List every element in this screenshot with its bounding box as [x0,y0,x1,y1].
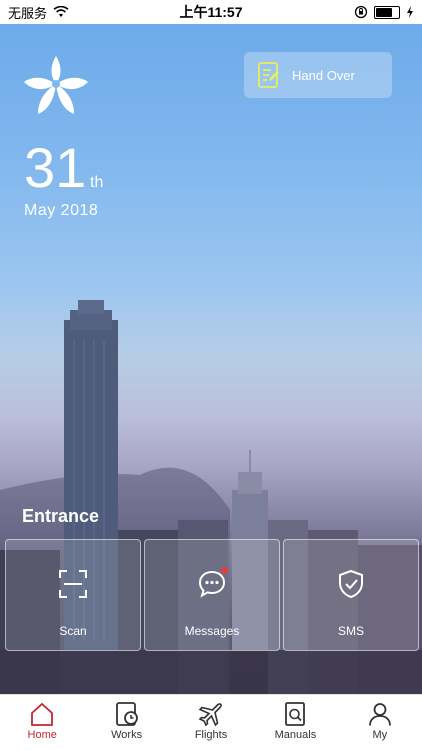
date-month-year: May 2018 [24,202,99,219]
scan-label: Scan [59,624,87,638]
messages-tile[interactable]: Messages [144,539,280,651]
hand-over-label: Hand Over [292,67,355,83]
date-day-suffix: th [90,174,104,191]
user-icon [368,703,391,726]
entrance-title: Entrance [22,506,100,526]
tab-bar: Home Works Flights Manuals My [0,694,422,750]
tab-home[interactable]: Home [0,695,84,750]
entrance-tiles: Scan Messages SMS [5,539,419,651]
tab-my[interactable]: My [338,695,422,750]
tab-works-label: Works [111,729,143,741]
tab-flights[interactable]: Flights [169,695,253,750]
tab-home-label: Home [27,729,57,741]
home-icon [31,702,54,726]
home-screen: 无服务 上午11:57 31 th May 2018 Hand Over Ent… [0,0,422,750]
tab-works[interactable]: Works [84,695,168,750]
tab-flights-label: Flights [194,729,228,741]
tab-manuals[interactable]: Manuals [253,695,337,750]
messages-label: Messages [184,624,240,638]
battery-icon [374,5,400,19]
scan-tile[interactable]: Scan [5,539,141,651]
sms-tile[interactable]: SMS [283,539,419,651]
sms-label: SMS [337,624,364,638]
tab-my-label: My [372,729,388,741]
works-icon [115,702,138,726]
airline-logo-icon [24,56,88,114]
status-time: 上午11:57 [179,4,243,20]
manuals-icon [285,702,306,726]
tab-manuals-label: Manuals [274,729,317,741]
plane-icon [198,703,222,727]
scan-icon [59,570,87,598]
edit-note-icon [258,62,279,88]
shield-check-icon [339,569,363,599]
hand-over-button[interactable]: Hand Over [244,52,392,98]
date-day: 31 [24,136,87,199]
messages-badge [221,567,228,574]
status-bar: 无服务 上午11:57 [0,0,422,24]
